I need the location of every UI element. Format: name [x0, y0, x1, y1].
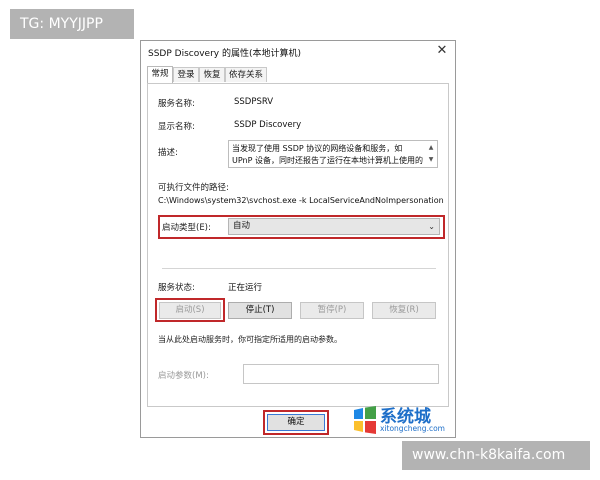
display-name-label: 显示名称:	[158, 122, 195, 132]
general-panel: 服务名称: SSDPSRV 显示名称: SSDP Discovery 描述: 当…	[147, 83, 449, 407]
service-status-label: 服务状态:	[158, 283, 195, 293]
start-params-label: 启动参数(M):	[158, 371, 209, 381]
display-name-value: SSDP Discovery	[234, 120, 302, 130]
close-icon[interactable]: ✕	[435, 43, 449, 59]
startup-type-value: 自动	[233, 221, 251, 231]
start-button[interactable]: 启动(S)	[159, 302, 221, 319]
description-label: 描述:	[158, 148, 178, 158]
title-bar: SSDP Discovery 的属性(本地计算机) ✕	[141, 41, 455, 63]
watermark-top-left: TG: MYYJJPP	[10, 9, 134, 39]
start-params-input[interactable]	[243, 364, 439, 384]
tab-recovery[interactable]: 恢复	[199, 67, 225, 82]
tab-general[interactable]: 常规	[147, 66, 173, 83]
service-name-value: SSDPSRV	[234, 97, 274, 107]
service-status-value: 正在运行	[228, 283, 263, 293]
service-properties-dialog: SSDP Discovery 的属性(本地计算机) ✕ 常规 登录 恢复 依存关…	[140, 40, 456, 438]
pause-button[interactable]: 暂停(P)	[300, 302, 364, 319]
resume-button[interactable]: 恢复(R)	[372, 302, 436, 319]
startup-type-label: 启动类型(E):	[162, 223, 211, 233]
exe-path-label: 可执行文件的路径:	[158, 183, 229, 193]
service-name-label: 服务名称:	[158, 99, 195, 109]
logo-subtitle: xitongcheng.com	[380, 424, 445, 433]
start-params-hint: 当从此处启动服务时，你可指定所适用的启动参数。	[158, 335, 342, 344]
ok-button[interactable]: 确定	[267, 414, 325, 431]
tab-logon[interactable]: 登录	[173, 67, 199, 82]
stop-button[interactable]: 停止(T)	[228, 302, 292, 319]
tab-dependencies[interactable]: 依存关系	[225, 67, 267, 82]
divider	[162, 268, 436, 269]
description-scrollbar[interactable]: ▲ ▼	[426, 142, 436, 166]
dialog-title: SSDP Discovery 的属性(本地计算机)	[148, 49, 301, 59]
description-text: 当发现了使用 SSDP 协议的网络设备和服务，如 UPnP 设备，同时还报告了运…	[232, 144, 423, 165]
windows-logo-icon	[354, 406, 376, 434]
exe-path-value: C:\Windows\system32\svchost.exe -k Local…	[158, 196, 444, 205]
description-box[interactable]: 当发现了使用 SSDP 协议的网络设备和服务，如 UPnP 设备，同时还报告了运…	[228, 140, 438, 168]
chevron-down-icon: ⌄	[428, 222, 435, 231]
startup-type-select[interactable]: 自动 ⌄	[228, 218, 440, 235]
watermark-bottom-right: www.chn-k8kaifa.com	[402, 441, 590, 470]
site-logo: 系统城 xitongcheng.com	[352, 402, 458, 438]
